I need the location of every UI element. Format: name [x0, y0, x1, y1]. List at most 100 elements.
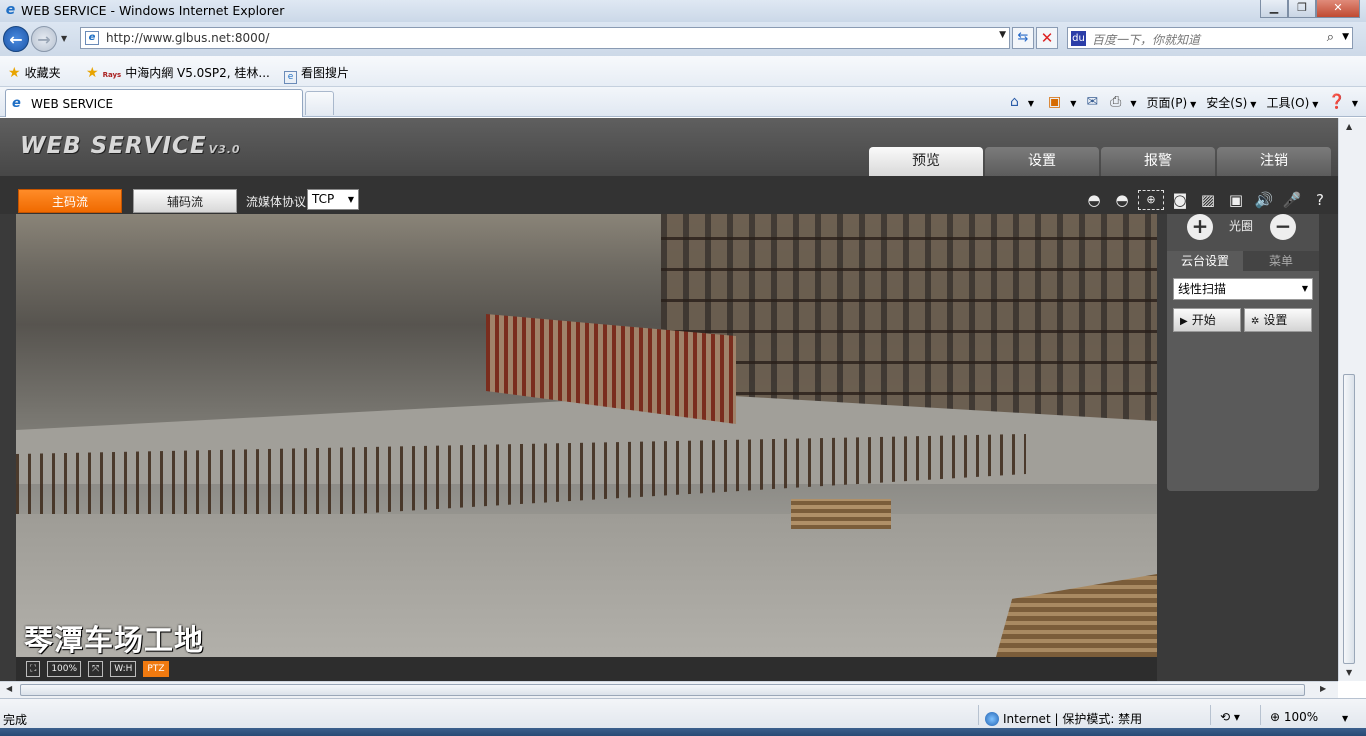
- site-icon: Rays: [102, 71, 122, 79]
- maximize-button[interactable]: ❐: [1288, 0, 1316, 18]
- forward-button[interactable]: →: [31, 26, 57, 52]
- star-icon: ★: [8, 65, 21, 81]
- help-dropdown-icon[interactable]: ▼: [1349, 95, 1358, 109]
- ptz-start-button[interactable]: ▶ 开始: [1173, 308, 1241, 332]
- iris-row: + 光圈 −: [1167, 214, 1319, 244]
- iris-label: 光圈: [1229, 219, 1254, 233]
- video-osd-text: 琴潭车场工地: [24, 623, 205, 657]
- new-tab-button[interactable]: [305, 91, 334, 115]
- stop-button[interactable]: ✕: [1036, 27, 1058, 49]
- preview-tools: ◓ ◓ ⊕ ◙ ▨ ▣ 🔊 🎤 ?: [1078, 188, 1332, 212]
- scroll-up-icon[interactable]: ▲: [1346, 122, 1352, 131]
- image-icon[interactable]: ▨: [1196, 188, 1220, 212]
- sub-stream-button[interactable]: 辅码流: [133, 189, 237, 213]
- safety-menu[interactable]: 安全(S) ▼: [1206, 94, 1256, 111]
- help-circle-icon[interactable]: ?: [1308, 188, 1332, 212]
- ptz-mode-select[interactable]: 线性扫描 ▼: [1173, 278, 1313, 300]
- tab-alarm[interactable]: 报警: [1101, 147, 1215, 176]
- home-dropdown-icon[interactable]: ▼: [1025, 95, 1034, 109]
- horizontal-scroll-thumb[interactable]: [20, 684, 1305, 696]
- tab-logout[interactable]: 注销: [1217, 147, 1331, 176]
- tab-row: e WEB SERVICE ⌂ ▼ ▣ ▼ ✉ ⎙ ▼ 页面(P) ▼ 安全(S) ▼ 工…: [0, 87, 1366, 117]
- zoom-region-icon[interactable]: ⊕: [1138, 190, 1164, 210]
- feeds-icon[interactable]: ▣: [1048, 94, 1061, 110]
- tab-preview[interactable]: 预览: [869, 147, 983, 176]
- tab-settings[interactable]: 设置: [985, 147, 1099, 176]
- feeds-dropdown-icon[interactable]: ▼: [1067, 95, 1076, 109]
- iris-minus-button[interactable]: −: [1270, 214, 1296, 240]
- command-bar: ⌂ ▼ ▣ ▼ ✉ ⎙ ▼ 页面(P) ▼ 安全(S) ▼ 工具(O) ▼ ❓ ▼: [1010, 91, 1358, 113]
- fullscreen-icon[interactable]: ⛶: [26, 661, 41, 677]
- ptz-tabs: 云台设置 菜单: [1167, 251, 1319, 271]
- chevron-down-icon: ▼: [1301, 284, 1308, 293]
- history-dropdown-icon[interactable]: ▼: [61, 34, 67, 43]
- tools-menu[interactable]: 工具(O) ▼: [1266, 94, 1318, 111]
- original-size-button[interactable]: 100%: [47, 661, 82, 677]
- app-logo: WEB SERVICE V3.0: [20, 133, 241, 159]
- vertical-scroll-thumb[interactable]: [1343, 374, 1355, 664]
- video-controls: ⛶ 100% ⤧ W:H PTZ: [16, 657, 1157, 681]
- play-icon: ▶: [1180, 316, 1188, 327]
- refresh-button[interactable]: ⇆: [1012, 27, 1034, 49]
- back-button[interactable]: ←: [3, 26, 29, 52]
- search-placeholder[interactable]: 百度一下，你就知道: [1092, 31, 1200, 48]
- print-icon[interactable]: ⎙: [1110, 94, 1121, 110]
- tab-ptz-menu[interactable]: 菜单: [1243, 251, 1319, 271]
- iris-plus-button[interactable]: +: [1187, 214, 1213, 240]
- popup-blocker-icon[interactable]: ⟲ ▾: [1220, 710, 1240, 724]
- protocol-select[interactable]: TCP ▼: [307, 189, 359, 210]
- help-icon[interactable]: ❓: [1328, 94, 1345, 110]
- address-url[interactable]: http://www.glbus.net:8000/: [106, 31, 269, 45]
- status-divider: [1260, 705, 1261, 725]
- status-text: 完成: [3, 713, 28, 727]
- ptz-toggle-button[interactable]: PTZ: [143, 661, 169, 677]
- preview-toolbar: 主码流 辅码流 流媒体协议 TCP ▼ ◓ ◓ ⊕ ◙ ▨ ▣ 🔊 🎤 ?: [0, 176, 1338, 214]
- ptz-settings-button[interactable]: ✲ 设置: [1244, 308, 1312, 332]
- video-preview[interactable]: 琴潭车场工地: [16, 214, 1157, 657]
- mail-icon[interactable]: ✉: [1086, 94, 1098, 110]
- close-window-button[interactable]: ✕: [1316, 0, 1360, 18]
- scroll-right-icon[interactable]: ▶: [1320, 684, 1326, 693]
- print-dropdown-icon[interactable]: ▼: [1127, 95, 1136, 109]
- search-dropdown-icon[interactable]: ▼: [1342, 32, 1349, 42]
- favorites-button[interactable]: ★ 收藏夹: [8, 64, 61, 81]
- scroll-down-icon[interactable]: ▼: [1346, 668, 1352, 677]
- ie-tab-icon: e: [12, 96, 21, 111]
- fit-window-icon[interactable]: ⤧: [88, 661, 104, 677]
- address-bar[interactable]: e http://www.glbus.net:8000/ ▼: [80, 27, 1010, 49]
- horizontal-scrollbar[interactable]: ◀ ▶: [0, 681, 1338, 698]
- address-dropdown-icon[interactable]: ▼: [999, 30, 1006, 40]
- video-scene-planks: [791, 499, 891, 529]
- ptz-panel: + 光圈 − 云台设置 菜单 线性扫描 ▼ ▶ 开始 ✲ 设置: [1167, 214, 1319, 491]
- record-icon[interactable]: ▣: [1224, 188, 1248, 212]
- scroll-left-icon[interactable]: ◀: [6, 684, 12, 693]
- vertical-scrollbar[interactable]: ▲ ▼: [1338, 118, 1366, 681]
- speaker-icon[interactable]: 🔊: [1252, 188, 1276, 212]
- search-box[interactable]: du 百度一下，你就知道 ⌕ ▼: [1067, 27, 1353, 49]
- camera-dome-icon[interactable]: ◓: [1082, 188, 1106, 212]
- aspect-ratio-button[interactable]: W:H: [110, 661, 137, 677]
- minimize-button[interactable]: ▁: [1260, 0, 1288, 18]
- app-header: WEB SERVICE V3.0 预览 设置 报警 注销: [0, 118, 1338, 176]
- favorite-item-zhonghai[interactable]: ★ Rays 中海内網 V5.0SP2, 桂林...: [86, 64, 270, 81]
- zoom-level[interactable]: ⊕ 100% ▼: [1270, 710, 1348, 724]
- chevron-down-icon: ▼: [347, 195, 354, 204]
- page-icon: e: [284, 71, 297, 84]
- camera-dome-2-icon[interactable]: ◓: [1110, 188, 1134, 212]
- browser-tab[interactable]: e WEB SERVICE: [5, 89, 303, 117]
- home-icon[interactable]: ⌂: [1010, 94, 1019, 110]
- globe-icon: [985, 712, 999, 726]
- microphone-icon[interactable]: 🎤: [1280, 188, 1304, 212]
- status-divider: [978, 705, 979, 725]
- favorite-item-search-image[interactable]: e 看图搜片: [284, 64, 349, 84]
- ptz-settings-body: 线性扫描 ▼ ▶ 开始 ✲ 设置: [1167, 271, 1319, 491]
- snapshot-icon[interactable]: ◙: [1168, 188, 1192, 212]
- main-stream-button[interactable]: 主码流: [18, 189, 122, 213]
- security-zone[interactable]: Internet | 保护模式: 禁用: [985, 710, 1142, 727]
- windows-taskbar: [0, 728, 1366, 736]
- tab-ptz-settings[interactable]: 云台设置: [1167, 251, 1243, 271]
- gear-icon: ✲: [1251, 316, 1260, 327]
- page-menu[interactable]: 页面(P) ▼: [1147, 94, 1197, 111]
- web-service-app: WEB SERVICE V3.0 预览 设置 报警 注销 主码流 辅码流 流媒体协…: [0, 118, 1338, 681]
- search-icon[interactable]: ⌕: [1327, 30, 1334, 45]
